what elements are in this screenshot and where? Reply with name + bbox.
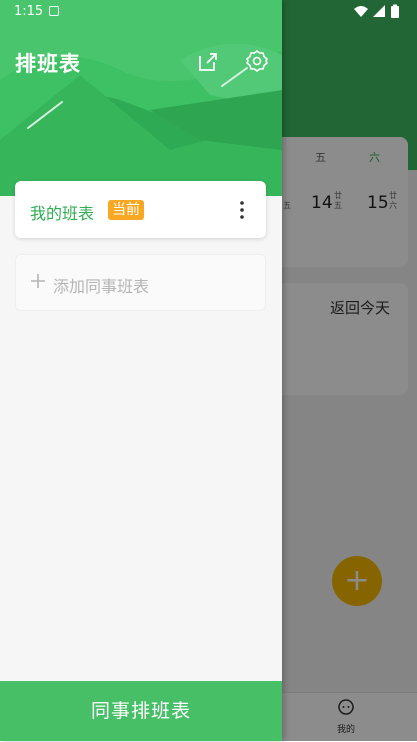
schedule-name: 我的班表: [30, 204, 95, 223]
drawer-header: 排班表: [0, 0, 282, 196]
status-bar: 1:15: [0, 0, 417, 24]
add-colleague-label: 添加同事班表: [53, 277, 150, 296]
battery-icon: [391, 6, 399, 18]
current-badge: 当前: [108, 200, 144, 220]
plus-icon: [31, 274, 45, 288]
add-colleague-schedule-button[interactable]: 添加同事班表: [15, 254, 266, 311]
status-icons: [354, 4, 399, 18]
header-mountain-art: [0, 0, 282, 196]
wifi-icon: [354, 6, 368, 17]
colleague-schedule-button[interactable]: 同事排班表: [0, 681, 282, 741]
drawer-title: 排班表: [15, 52, 81, 76]
current-schedule-card[interactable]: 我的班表 当前: [15, 181, 266, 238]
more-vertical-icon[interactable]: [232, 199, 252, 221]
open-external-icon[interactable]: [196, 50, 220, 74]
settings-gear-icon[interactable]: [245, 49, 269, 73]
navigation-drawer: 排班表 我的班表 当前 添加同事班表 同事排班表: [0, 0, 282, 741]
signal-icon: [373, 5, 385, 17]
notification-icon: [49, 6, 59, 16]
status-time: 1:15: [14, 4, 44, 19]
